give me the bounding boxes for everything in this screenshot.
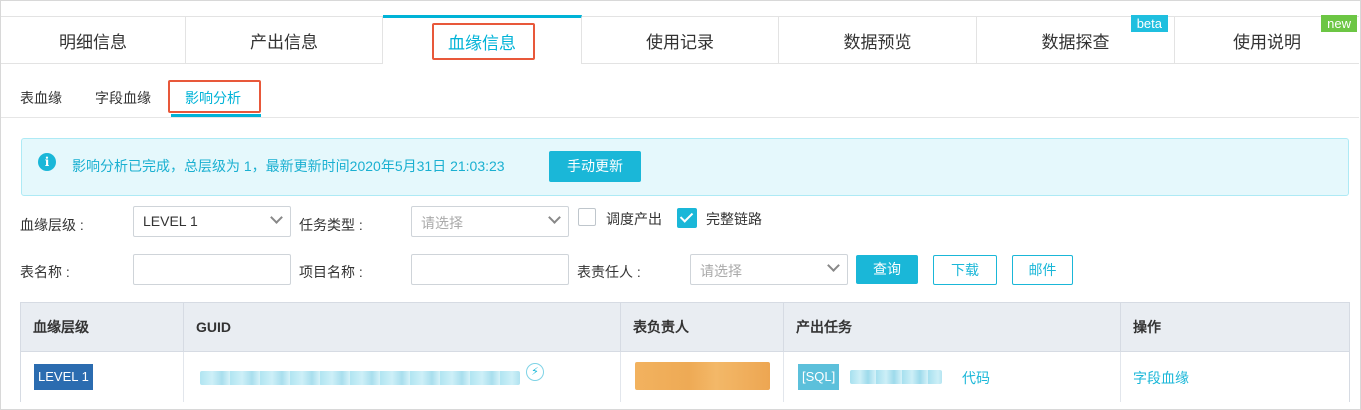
info-icon: i: [38, 153, 56, 171]
cell-guid: ⚡: [184, 352, 621, 402]
tab-usage-records[interactable]: 使用记录: [582, 17, 779, 63]
scheduled-output-checkbox[interactable]: [578, 208, 596, 226]
lightning-icon[interactable]: ⚡: [526, 363, 544, 381]
tab-detail-info[interactable]: 明细信息: [1, 17, 186, 63]
chevron-down-icon: [827, 259, 840, 272]
subtab-field-lineage[interactable]: 字段血缘: [95, 88, 151, 108]
table-name-label: 表名称 :: [20, 264, 70, 280]
task-type-select[interactable]: 请选择: [411, 206, 569, 237]
col-actions: 操作: [1133, 319, 1161, 335]
field-lineage-link[interactable]: 字段血缘: [1133, 368, 1189, 388]
col-output-task: 产出任务: [784, 303, 1121, 351]
redacted-guid: [200, 371, 520, 385]
download-button[interactable]: 下载: [933, 255, 997, 285]
table-name-input[interactable]: [133, 254, 291, 285]
tab-label: 使用说明: [1233, 32, 1301, 52]
sub-tab-bar: 表血缘 字段血缘 影响分析: [1, 80, 1359, 118]
sql-tag: [SQL]: [798, 364, 840, 390]
lineage-level-select[interactable]: LEVEL 1: [133, 206, 291, 237]
placeholder: 请选择: [700, 263, 742, 279]
cell-owner: [621, 352, 784, 402]
beta-badge: beta: [1130, 15, 1168, 32]
col-guid: GUID: [184, 303, 621, 351]
owner-select[interactable]: 请选择: [690, 254, 848, 285]
top-tab-bar: 明细信息 产出信息 血缘信息 使用记录 数据预览 数据探查 beta 使用说明 …: [1, 15, 1359, 64]
task-type-label: 任务类型 :: [299, 217, 363, 233]
tab-label: 数据探查: [1041, 32, 1110, 52]
owner-label: 表责任人 :: [577, 264, 641, 280]
redacted-owner: [635, 362, 770, 390]
active-subtab-indicator: [171, 114, 261, 117]
col-lineage-level: 血缘层级: [21, 303, 184, 351]
highlight-box: [432, 23, 535, 60]
tab-data-profiling[interactable]: 数据探查 beta: [977, 15, 1175, 63]
full-chain-checkbox[interactable]: [677, 208, 697, 228]
tab-usage-guide[interactable]: 使用说明 new: [1175, 15, 1359, 63]
tab-label: 数据预览: [843, 32, 912, 52]
highlight-box: [168, 80, 261, 113]
new-badge: new: [1321, 15, 1357, 32]
alert-message: 影响分析已完成，总层级为 1，最新更新时间2020年5月31日 21:03:23: [72, 158, 505, 174]
mail-button[interactable]: 邮件: [1012, 255, 1073, 285]
cell-actions: 字段血缘: [1121, 352, 1349, 402]
manual-update-button[interactable]: 手动更新: [549, 151, 641, 182]
cell-output-task: [SQL] 代码: [784, 352, 1121, 402]
project-name-input[interactable]: [411, 254, 569, 285]
tab-data-preview[interactable]: 数据预览: [779, 17, 977, 63]
redacted-task-name: [850, 370, 942, 384]
placeholder: 请选择: [421, 215, 463, 231]
code-link[interactable]: 代码: [962, 368, 990, 388]
col-owner: 表负责人: [621, 303, 784, 351]
query-button[interactable]: 查询: [856, 255, 918, 284]
project-name-label: 项目名称 :: [299, 264, 363, 280]
selected-value: LEVEL 1: [143, 213, 198, 229]
lineage-level-label: 血缘层级 :: [20, 217, 84, 233]
info-alert: i 影响分析已完成，总层级为 1，最新更新时间2020年5月31日 21:03:…: [21, 138, 1349, 196]
table-row: LEVEL 1 ⚡ [SQL] 代码 字段血缘: [21, 352, 1349, 402]
tab-label: 使用记录: [646, 32, 714, 52]
chevron-down-icon: [270, 211, 283, 224]
scheduled-output-label: 调度产出: [606, 211, 662, 227]
table-header: 血缘层级 GUID 表负责人 产出任务 操作: [21, 303, 1349, 352]
full-chain-label: 完整链路: [706, 211, 762, 227]
cell-level: LEVEL 1: [21, 352, 184, 402]
chevron-down-icon: [548, 211, 561, 224]
tab-label: 产出信息: [250, 32, 318, 52]
impact-table: 血缘层级 GUID 表负责人 产出任务 操作 LEVEL 1 ⚡ [SQL] 代…: [20, 302, 1350, 402]
subtab-table-lineage[interactable]: 表血缘: [20, 88, 62, 108]
tab-label: 明细信息: [59, 32, 127, 52]
level-tag: LEVEL 1: [34, 364, 93, 390]
tab-output-info[interactable]: 产出信息: [186, 17, 383, 63]
tab-lineage-info[interactable]: 血缘信息: [383, 15, 582, 64]
